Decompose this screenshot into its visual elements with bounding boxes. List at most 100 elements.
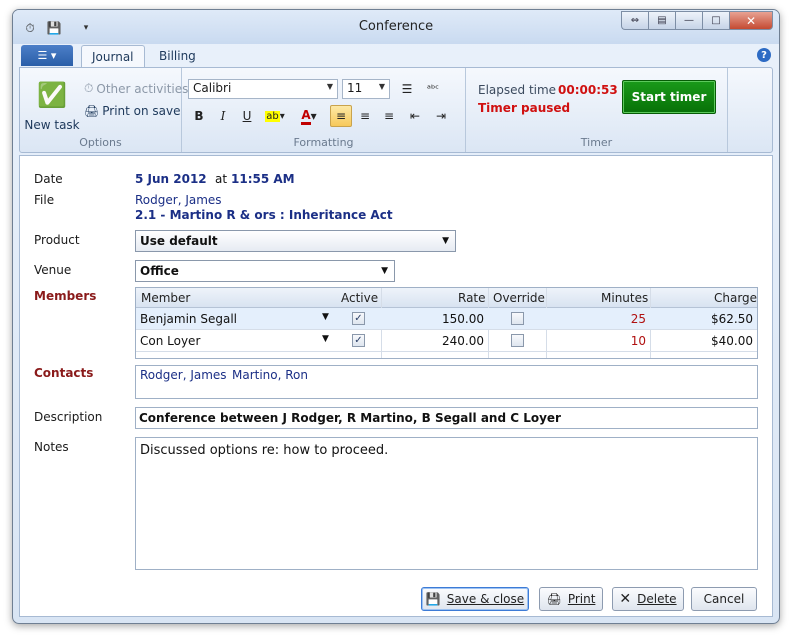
formatting-group: Calibri ▼ 11 ▼ ☰ ᵃᵇᶜ B I U ab ▾ A ▾ ≡ ≡ ≡ …	[182, 68, 466, 152]
venue-value: Office	[140, 264, 179, 278]
date-at-text: at	[215, 172, 228, 186]
elapsed-time-value: 00:00:53	[558, 83, 618, 97]
tab-journal[interactable]: Journal	[81, 45, 145, 67]
column-rate[interactable]: Rate	[458, 291, 486, 305]
charge-value: $40.00	[711, 334, 753, 348]
file-client-link[interactable]: Rodger, James	[135, 193, 222, 207]
notes-label: Notes	[34, 440, 69, 454]
restore-layout-icon[interactable]: ⇔	[621, 11, 648, 30]
file-matter-link[interactable]: 2.1 - Martino R & ors : Inheritance Act	[135, 208, 393, 222]
delete-label: Delete	[637, 592, 677, 606]
description-input[interactable]: Conference between J Rodger, R Martino, …	[135, 407, 758, 429]
font-size-value: 11	[347, 81, 363, 95]
contacts-label: Contacts	[34, 366, 94, 380]
column-member[interactable]: Member	[141, 291, 190, 305]
formatting-group-label: Formatting	[293, 136, 354, 149]
increase-indent-icon[interactable]: ⇥	[430, 105, 452, 127]
venue-label: Venue	[34, 263, 72, 277]
timer-group-label: Timer	[580, 136, 613, 149]
align-center-icon[interactable]: ≡	[354, 105, 376, 127]
column-charge[interactable]: Charge	[714, 291, 757, 305]
print-on-save-button[interactable]: 🖨 Print on save	[84, 104, 181, 118]
save-close-button[interactable]: 💾 Save & close	[421, 587, 529, 611]
window-menu-icon[interactable]: ▤	[648, 11, 675, 30]
members-label: Members	[34, 289, 97, 303]
new-task-button[interactable]: ✅ New task	[24, 80, 79, 132]
spell-check-icon[interactable]: ᵃᵇᶜ	[422, 78, 444, 100]
chevron-down-icon[interactable]: ▼	[322, 334, 329, 344]
timer-group: Elapsed time 00:00:53 Timer paused Start…	[466, 68, 728, 152]
font-family-value: Calibri	[193, 81, 232, 95]
notes-value: Discussed options re: how to proceed.	[140, 443, 389, 458]
align-left-icon[interactable]: ≡	[330, 105, 352, 127]
notes-textarea[interactable]: Discussed options re: how to proceed.	[135, 437, 758, 570]
ribbon-tabs: ☰ ▾ Journal Billing ?	[19, 44, 773, 67]
member-name[interactable]: Con Loyer	[140, 334, 200, 348]
minimize-button[interactable]: —	[675, 11, 702, 30]
close-button[interactable]: ✕	[729, 11, 773, 30]
font-size-select[interactable]: 11 ▼	[342, 79, 390, 99]
options-group: ✅ New task ⏱ Other activities 🖨 Print on…	[20, 68, 188, 152]
stopwatch-icon: ⏱	[84, 81, 94, 95]
venue-select[interactable]: Office ▼	[135, 260, 395, 282]
start-timer-button[interactable]: Start timer	[622, 80, 716, 114]
member-name[interactable]: Benjamin Segall	[140, 312, 237, 326]
elapsed-time-label: Elapsed time	[478, 83, 557, 97]
system-buttons: ⇔ ▤ — □ ✕	[621, 11, 773, 30]
printer-icon: 🖨	[84, 104, 100, 118]
column-minutes[interactable]: Minutes	[601, 291, 648, 305]
decrease-indent-icon[interactable]: ⇤	[404, 105, 426, 127]
font-family-select[interactable]: Calibri ▼	[188, 79, 338, 99]
bullet-list-icon[interactable]: ☰	[396, 78, 418, 100]
active-checkbox[interactable]: ✓	[352, 312, 365, 325]
time-value[interactable]: 11:55 AM	[231, 172, 295, 186]
override-checkbox[interactable]	[511, 334, 524, 347]
table-row[interactable]: Benjamin Segall ▼ ✓ 150.00 25 $62.50	[136, 308, 757, 330]
rate-value[interactable]: 150.00	[426, 312, 484, 326]
contacts-box[interactable]: Rodger, James Martino, Ron	[135, 365, 758, 399]
charge-value: $62.50	[711, 312, 753, 326]
save-icon: 💾	[425, 592, 441, 606]
bold-button[interactable]: B	[188, 105, 210, 127]
maximize-button[interactable]: □	[702, 11, 729, 30]
print-button[interactable]: 🖨 Print	[539, 587, 603, 611]
description-value: Conference between J Rodger, R Martino, …	[139, 411, 561, 425]
column-override[interactable]: Override	[493, 291, 545, 305]
font-color-icon[interactable]: A ▾	[294, 105, 324, 127]
form-body: Date 5 Jun 2012 at 11:55 AM File Rodger,…	[19, 155, 773, 617]
underline-button[interactable]: U	[236, 105, 258, 127]
minutes-value[interactable]: 25	[586, 312, 646, 326]
delete-button[interactable]: ✕ Delete	[612, 587, 684, 611]
help-icon[interactable]: ?	[757, 48, 771, 62]
contact-link[interactable]: Martino, Ron	[232, 368, 308, 382]
product-label: Product	[34, 233, 80, 247]
highlight-color-icon[interactable]: ab ▾	[260, 105, 290, 127]
chevron-down-icon: ▼	[381, 266, 388, 276]
minutes-value[interactable]: 10	[586, 334, 646, 348]
product-select[interactable]: Use default ▼	[135, 230, 456, 252]
italic-button[interactable]: I	[212, 105, 234, 127]
members-table: Member Active Rate Override Minutes Char…	[135, 287, 758, 359]
date-label: Date	[34, 172, 63, 186]
override-checkbox[interactable]	[511, 312, 524, 325]
contact-link[interactable]: Rodger, James	[140, 368, 227, 382]
new-task-label: New task	[24, 118, 80, 132]
file-menu-button[interactable]: ☰ ▾	[21, 45, 73, 66]
other-activities-button[interactable]: ⏱ Other activities	[84, 81, 188, 96]
chevron-down-icon: ▼	[442, 236, 449, 246]
rate-value[interactable]: 240.00	[426, 334, 484, 348]
printer-icon: 🖨	[546, 592, 562, 606]
tab-billing[interactable]: Billing	[149, 45, 206, 67]
cancel-button[interactable]: Cancel	[691, 587, 757, 611]
table-row[interactable]: Con Loyer ▼ ✓ 240.00 10 $40.00	[136, 330, 757, 352]
chevron-down-icon: ▼	[326, 82, 333, 91]
column-active[interactable]: Active	[341, 291, 378, 305]
title-bar: ⏱ 💾 ▾ Conference ⇔ ▤ — □ ✕	[13, 10, 779, 44]
conference-window: ⏱ 💾 ▾ Conference ⇔ ▤ — □ ✕ ☰ ▾ Journal B…	[12, 9, 780, 624]
align-right-icon[interactable]: ≡	[378, 105, 400, 127]
print-label: Print	[567, 592, 596, 606]
chevron-down-icon[interactable]: ▼	[322, 312, 329, 322]
cancel-label: Cancel	[703, 592, 745, 606]
active-checkbox[interactable]: ✓	[352, 334, 365, 347]
date-value[interactable]: 5 Jun 2012	[135, 172, 207, 186]
